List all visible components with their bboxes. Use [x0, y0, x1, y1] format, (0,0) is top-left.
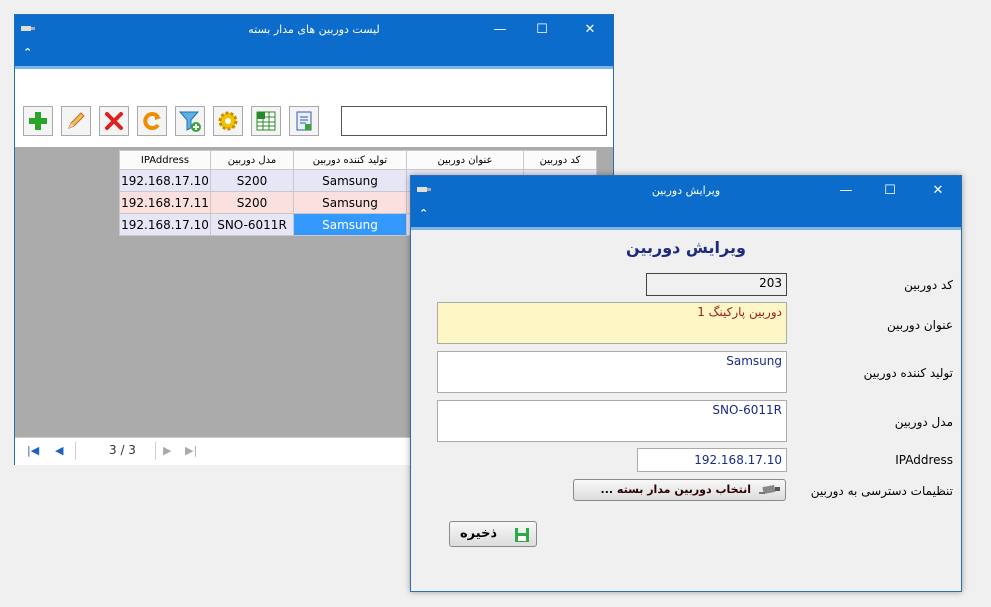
title-field[interactable]: دوربین پارکینگ 1 — [437, 302, 787, 344]
pager-separator — [155, 442, 156, 460]
list-toolbar — [15, 69, 613, 153]
title-label: عنوان دوربین — [887, 318, 953, 332]
maker-label: تولید کننده دوربین — [863, 366, 953, 380]
col-maker-header[interactable]: تولید کننده دوربین — [293, 150, 407, 170]
save-disk-icon — [515, 528, 529, 542]
add-button[interactable] — [23, 106, 53, 136]
report-button[interactable] — [289, 106, 319, 136]
cell-maker[interactable]: Samsung — [293, 191, 407, 214]
col-model-header[interactable]: مدل دوربین — [210, 150, 294, 170]
cell-model[interactable]: S200 — [210, 169, 294, 192]
col-ip-header[interactable]: IPAddress — [119, 150, 211, 170]
report-icon — [296, 111, 312, 131]
pager-separator — [75, 442, 76, 460]
cell-maker-selected[interactable]: Samsung — [293, 213, 407, 236]
cell-maker[interactable]: Samsung — [293, 169, 407, 192]
list-ribbon: ⌃ — [15, 45, 613, 69]
model-field[interactable]: SNO-6011R — [437, 400, 787, 442]
save-button[interactable]: ذخیره — [449, 521, 537, 547]
maximize-button[interactable]: ☐ — [867, 176, 913, 206]
next-page-icon[interactable]: ▶ — [163, 444, 171, 457]
select-camera-label: انتخاب دوربین مدار بسته ... — [600, 483, 751, 496]
ip-field[interactable]: 192.168.17.10 — [637, 448, 787, 472]
ip-label: IPAddress — [895, 453, 953, 467]
refresh-icon — [143, 112, 161, 130]
minimize-button[interactable]: — — [823, 176, 869, 206]
plus-icon — [29, 112, 47, 130]
cell-model[interactable]: S200 — [210, 191, 294, 214]
close-button[interactable]: ✕ — [567, 15, 613, 45]
select-camera-button[interactable]: انتخاب دوربین مدار بسته ... — [573, 479, 786, 501]
refresh-button[interactable] — [137, 106, 167, 136]
gear-icon — [218, 111, 238, 131]
code-field[interactable]: 203 — [646, 273, 787, 296]
camera-edit-window: ویرایش دوربین — ☐ ✕ ⌃ ویرایش دوربین کد د… — [410, 175, 962, 592]
x-icon — [105, 112, 123, 130]
edit-button[interactable] — [61, 106, 91, 136]
search-input[interactable] — [341, 106, 607, 136]
list-title-bar[interactable]: لیست دوربین های مدار بسته — ☐ ✕ — [15, 15, 613, 45]
cell-model[interactable]: SNO-6011R — [210, 213, 294, 236]
pencil-icon — [68, 112, 85, 129]
save-label: ذخیره — [460, 526, 498, 541]
col-code-header[interactable]: کد دوربین — [523, 150, 597, 170]
cell-ip[interactable]: 192.168.17.10 — [119, 213, 211, 236]
ribbon-collapse-icon[interactable]: ⌃ — [419, 207, 428, 220]
cell-ip[interactable]: 192.168.17.10 — [119, 169, 211, 192]
maximize-button[interactable]: ☐ — [519, 15, 565, 45]
prev-page-icon[interactable]: ◀ — [55, 444, 63, 457]
spreadsheet-icon — [256, 111, 276, 131]
model-label: مدل دوربین — [894, 415, 953, 429]
cell-ip[interactable]: 192.168.17.11 — [119, 191, 211, 214]
camera-icon — [759, 485, 780, 494]
last-page-icon[interactable]: ▶| — [185, 444, 197, 457]
ribbon-collapse-icon[interactable]: ⌃ — [23, 46, 32, 59]
close-button[interactable]: ✕ — [915, 176, 961, 206]
access-label: تنظیمات دسترسی به دوربین — [810, 484, 953, 498]
minimize-button[interactable]: — — [477, 15, 523, 45]
grid-header-row: IPAddress مدل دوربین تولید کننده دوربین … — [119, 150, 597, 170]
code-label: کد دوربین — [904, 278, 953, 292]
delete-button[interactable] — [99, 106, 129, 136]
edit-title-bar[interactable]: ویرایش دوربین — ☐ ✕ — [411, 176, 961, 206]
form-title: ویرایش دوربین — [626, 238, 746, 257]
filter-button[interactable] — [175, 106, 205, 136]
funnel-icon — [178, 111, 201, 132]
maker-field[interactable]: Samsung — [437, 351, 787, 393]
col-title-header[interactable]: عنوان دوربین — [406, 150, 524, 170]
settings-button[interactable] — [213, 106, 243, 136]
edit-ribbon: ⌃ — [411, 206, 961, 230]
export-excel-button[interactable] — [251, 106, 281, 136]
first-page-icon[interactable]: |◀ — [27, 444, 39, 457]
page-indicator: 3 / 3 — [109, 443, 136, 457]
